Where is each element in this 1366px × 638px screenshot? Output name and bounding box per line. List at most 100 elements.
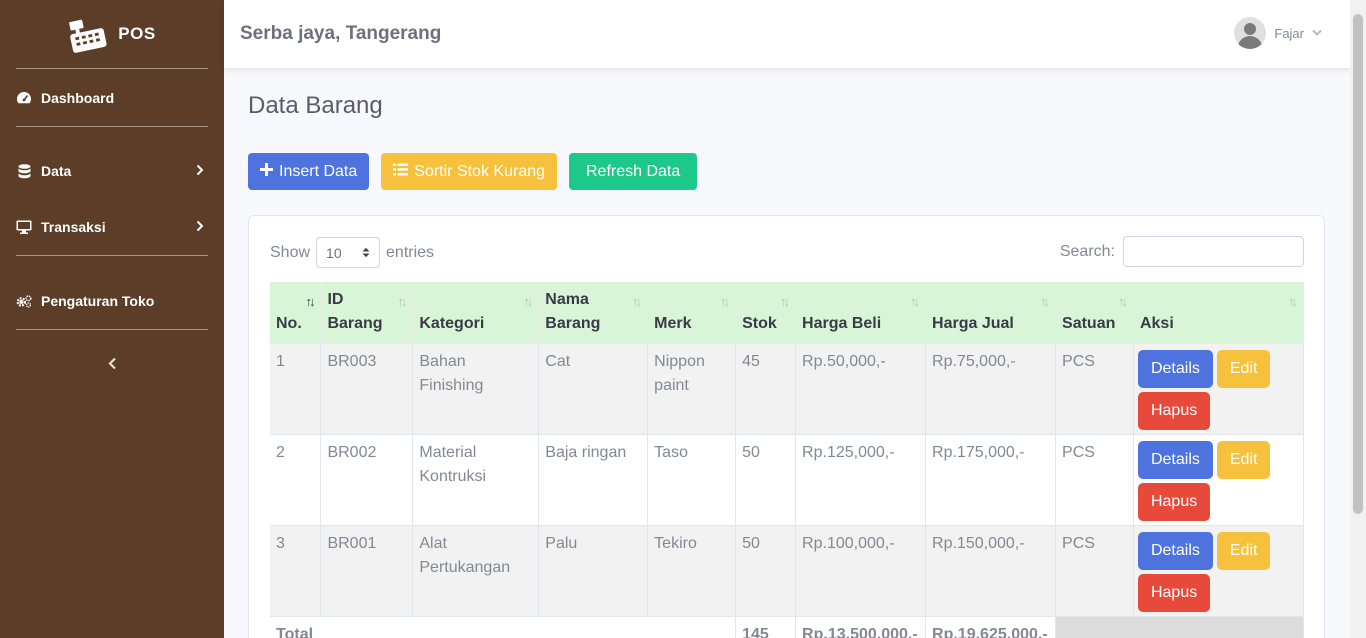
cell-no: 2 bbox=[270, 434, 322, 526]
cell-satuan: PCS bbox=[1055, 434, 1134, 526]
total-blank-cell bbox=[1055, 616, 1304, 638]
cell-nama-barang: Palu bbox=[538, 525, 649, 617]
cell-satuan: PCS bbox=[1055, 525, 1134, 617]
cell-harga-beli: Rp.125,000,- bbox=[795, 434, 927, 526]
table-total-row: Total 145 Rp.13,500,000,- Rp.19,625,000,… bbox=[270, 616, 1304, 638]
cell-id-barang: BR002 bbox=[320, 434, 414, 526]
sidebar-item-pengaturan-toko[interactable]: Pengaturan Toko bbox=[0, 273, 224, 329]
details-button[interactable]: Details bbox=[1137, 441, 1213, 479]
column-header-harga-jual[interactable]: ↑↓ Harga Jual bbox=[925, 282, 1057, 344]
sidebar-item-data[interactable]: Data bbox=[0, 143, 224, 199]
hapus-button[interactable]: Hapus bbox=[1137, 574, 1211, 612]
refresh-data-button[interactable]: Refresh Data bbox=[569, 153, 698, 190]
details-button[interactable]: Details bbox=[1137, 350, 1213, 388]
cell-nama-barang: Baja ringan bbox=[538, 434, 649, 526]
sidebar: POS Dashboard Data Transaksi Pengaturan bbox=[0, 0, 224, 638]
edit-button[interactable]: Edit bbox=[1216, 350, 1271, 388]
chevron-right-icon bbox=[196, 163, 204, 179]
chevron-right-icon bbox=[196, 219, 204, 235]
insert-data-button[interactable]: Insert Data bbox=[248, 153, 370, 190]
page-title: Data Barang bbox=[248, 92, 383, 119]
scrollbar-thumb[interactable] bbox=[1353, 14, 1363, 514]
column-header-nama-barang[interactable]: ↑↓ Nama Barang bbox=[538, 282, 649, 344]
vertical-scrollbar[interactable] bbox=[1350, 0, 1366, 638]
cogs-icon bbox=[16, 293, 32, 309]
column-header-aksi[interactable]: ↑↓ Aksi bbox=[1133, 282, 1305, 344]
cell-stok: 50 bbox=[735, 434, 797, 526]
sort-icon: ↑↓ bbox=[523, 294, 533, 309]
user-menu[interactable]: Fajar bbox=[1234, 17, 1322, 49]
hapus-button[interactable]: Hapus bbox=[1137, 392, 1211, 430]
topbar: Serba jaya, Tangerang Fajar bbox=[224, 0, 1350, 68]
store-title: Serba jaya, Tangerang bbox=[240, 23, 442, 44]
edit-button[interactable]: Edit bbox=[1216, 441, 1271, 479]
plus-icon bbox=[260, 162, 273, 181]
sort-stock-button[interactable]: Sortir Stok Kurang bbox=[381, 153, 557, 190]
column-header-kategori[interactable]: ↑↓ Kategori bbox=[412, 282, 540, 344]
cell-merk: Nippon paint bbox=[647, 344, 737, 435]
cell-aksi: Details Edit Hapus bbox=[1133, 434, 1305, 526]
sort-icon: ↑↓ bbox=[780, 294, 790, 309]
search-input[interactable] bbox=[1123, 236, 1304, 267]
edit-button[interactable]: Edit bbox=[1216, 532, 1271, 570]
cell-satuan: PCS bbox=[1055, 344, 1134, 435]
cell-nama-barang: Cat bbox=[538, 344, 649, 435]
column-header-harga-beli[interactable]: ↑↓ Harga Beli bbox=[795, 282, 927, 344]
cell-harga-jual: Rp.175,000,- bbox=[925, 434, 1057, 526]
sort-icon: ↑↓ bbox=[397, 294, 407, 309]
cell-id-barang: BR003 bbox=[320, 344, 414, 435]
sort-icon: ↑↓ bbox=[1040, 294, 1050, 309]
search-label: Search: bbox=[1059, 242, 1115, 260]
sort-asc-icon: ↑↓ bbox=[305, 294, 315, 309]
cell-aksi: Details Edit Hapus bbox=[1133, 344, 1305, 435]
cell-harga-jual: Rp.75,000,- bbox=[925, 344, 1057, 435]
sidebar-brand[interactable]: POS bbox=[0, 0, 224, 68]
sidebar-item-transaksi[interactable]: Transaksi bbox=[0, 199, 224, 255]
cell-merk: Tekiro bbox=[647, 525, 737, 617]
cell-no: 1 bbox=[270, 344, 322, 435]
sidebar-item-label: Data bbox=[41, 163, 72, 179]
entries-length-control: Show 10 entries bbox=[270, 237, 434, 268]
column-header-stok[interactable]: ↑↓ Stok bbox=[735, 282, 797, 344]
total-harga-jual: Rp.19,625,000,- bbox=[925, 616, 1057, 638]
entries-select[interactable]: 10 bbox=[316, 237, 381, 268]
avatar bbox=[1234, 17, 1267, 49]
sidebar-item-dashboard[interactable]: Dashboard bbox=[0, 69, 224, 126]
list-icon bbox=[393, 163, 409, 181]
entries-select-value: 10 bbox=[326, 244, 342, 261]
sidebar-toggle-button[interactable] bbox=[0, 330, 224, 402]
hapus-button[interactable]: Hapus bbox=[1137, 483, 1211, 521]
column-header-no[interactable]: ↑↓ No. bbox=[270, 282, 322, 344]
sidebar-item-label: Dashboard bbox=[41, 89, 115, 106]
sort-icon: ↑↓ bbox=[1117, 294, 1128, 309]
table-row: 2 BR002 Material Kontruksi Baja ringan T… bbox=[270, 434, 1305, 526]
sidebar-item-label: Transaksi bbox=[41, 219, 106, 235]
total-label: Total bbox=[270, 616, 737, 638]
cell-harga-jual: Rp.150,000,- bbox=[925, 525, 1057, 617]
cell-no: 3 bbox=[270, 525, 322, 617]
action-bar: Insert Data Sortir Stok Kurang Refresh D… bbox=[248, 153, 698, 190]
cell-aksi: Details Edit Hapus bbox=[1133, 525, 1305, 617]
column-header-satuan[interactable]: ↑↓ Satuan bbox=[1055, 282, 1134, 344]
cell-merk: Taso bbox=[647, 434, 737, 526]
sort-icon: ↑↓ bbox=[632, 294, 642, 309]
sidebar-item-label: Pengaturan Toko bbox=[41, 293, 155, 309]
chevron-left-icon bbox=[107, 357, 117, 375]
cell-kategori: Alat Pertukangan bbox=[412, 525, 540, 617]
cell-harga-beli: Rp.50,000,- bbox=[795, 344, 927, 435]
table-search: Search: bbox=[1060, 236, 1304, 267]
column-header-merk[interactable]: ↑↓ Merk bbox=[647, 282, 737, 344]
chevron-down-icon bbox=[1312, 28, 1322, 39]
table-row: 1 BR003 Bahan Finishing Cat Nippon paint… bbox=[270, 344, 1305, 435]
column-header-id-barang[interactable]: ↑↓ ID Barang bbox=[320, 282, 414, 344]
show-label: Show bbox=[270, 243, 311, 261]
database-icon bbox=[16, 163, 32, 179]
table-row: 3 BR001 Alat Pertukangan Palu Tekiro 50 … bbox=[270, 525, 1305, 617]
cell-kategori: Bahan Finishing bbox=[412, 344, 540, 435]
cell-harga-beli: Rp.100,000,- bbox=[795, 525, 927, 617]
total-stok: 145 bbox=[735, 616, 797, 638]
details-button[interactable]: Details bbox=[1137, 532, 1213, 570]
brand-name: POS bbox=[118, 24, 156, 43]
select-arrows-icon bbox=[362, 245, 370, 261]
cell-id-barang: BR001 bbox=[320, 525, 414, 617]
